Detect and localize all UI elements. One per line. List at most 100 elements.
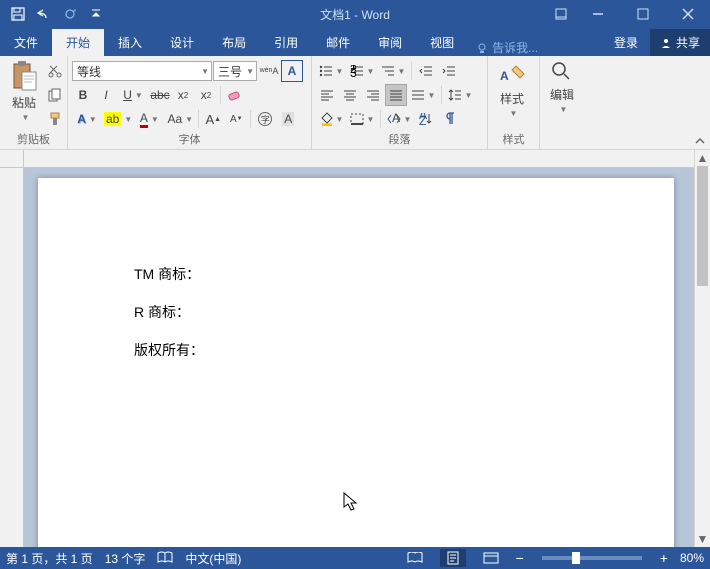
find-icon xyxy=(550,60,574,84)
change-case-button[interactable]: A xyxy=(277,108,299,130)
subscript-button[interactable]: x2 xyxy=(172,84,194,106)
tab-references[interactable]: 引用 xyxy=(260,29,312,56)
decrease-indent-button[interactable] xyxy=(415,60,437,82)
bullets-button[interactable]: ▼ xyxy=(316,60,346,82)
share-button[interactable]: 共享 xyxy=(650,29,710,56)
group-label-editing xyxy=(544,135,588,149)
status-bar: 第 1 页，共 1 页 13 个字 中文(中国) − + 80% xyxy=(0,547,710,569)
cut-button[interactable] xyxy=(44,60,66,82)
font-color-button[interactable]: A▼ xyxy=(134,108,164,130)
zoom-out-button[interactable]: − xyxy=(516,550,524,566)
vertical-ruler[interactable] xyxy=(0,168,24,547)
tab-layout[interactable]: 布局 xyxy=(208,29,260,56)
sort-button[interactable]: AZ xyxy=(415,108,437,130)
numbering-icon: 123 xyxy=(350,65,364,77)
language-status[interactable]: 中文(中国) xyxy=(185,550,241,567)
undo-button[interactable] xyxy=(32,2,56,26)
show-marks-button[interactable] xyxy=(438,108,460,130)
numbering-button[interactable]: 123▼ xyxy=(347,60,377,82)
strikethrough-button[interactable]: abc xyxy=(149,84,171,106)
maximize-button[interactable] xyxy=(620,0,665,28)
underline-button[interactable]: U▼ xyxy=(118,84,148,106)
tab-file[interactable]: 文件 xyxy=(0,29,52,56)
chevron-down-icon: ▼ xyxy=(507,109,518,118)
ruler-corner xyxy=(0,150,24,168)
group-label-clipboard: 剪贴板 xyxy=(4,131,63,149)
copy-button[interactable] xyxy=(44,84,66,106)
ribbon-tabs: 文件 开始 插入 设计 布局 引用 邮件 审阅 视图 告诉我... 登录 共享 xyxy=(0,28,710,56)
zoom-in-button[interactable]: + xyxy=(660,550,668,566)
group-styles: A 样式 ▼ 样式 xyxy=(488,56,540,149)
italic-button[interactable]: I xyxy=(95,84,117,106)
styles-button[interactable]: A 样式 ▼ xyxy=(492,58,532,120)
tab-review[interactable]: 审阅 xyxy=(364,29,416,56)
document-page[interactable]: TM 商标： R 商标： 版权所有： xyxy=(38,178,674,547)
borders-button[interactable]: ▼ xyxy=(347,108,377,130)
ribbon-display-button[interactable] xyxy=(547,0,575,28)
enclose-characters-button[interactable]: 字 xyxy=(254,108,276,130)
print-layout-button[interactable] xyxy=(440,549,466,567)
character-border-button[interactable]: A xyxy=(281,60,303,82)
tab-design[interactable]: 设计 xyxy=(156,29,208,56)
zoom-level[interactable]: 80% xyxy=(680,551,704,565)
page-number-status[interactable]: 第 1 页，共 1 页 xyxy=(6,550,93,567)
quick-access-toolbar xyxy=(0,2,108,26)
scroll-thumb[interactable] xyxy=(697,166,708,286)
bold-button[interactable]: B xyxy=(72,84,94,106)
align-right-button[interactable] xyxy=(362,84,384,106)
tell-me-search[interactable]: 告诉我... xyxy=(468,39,546,56)
word-count-status[interactable]: 13 个字 xyxy=(105,550,146,567)
asian-layout-button[interactable]: A▼ xyxy=(384,108,414,130)
save-button[interactable] xyxy=(6,2,30,26)
zoom-slider-thumb[interactable] xyxy=(572,552,580,564)
tab-mailings[interactable]: 邮件 xyxy=(312,29,364,56)
collapse-ribbon-button[interactable] xyxy=(694,135,706,147)
font-name-combo[interactable]: 等线▼ xyxy=(72,61,212,81)
increase-indent-button[interactable] xyxy=(438,60,460,82)
clear-formatting-button[interactable] xyxy=(224,84,246,106)
doc-line[interactable]: 版权所有： xyxy=(134,340,578,360)
login-button[interactable]: 登录 xyxy=(602,29,650,56)
phonetic-guide-button[interactable]: wénA xyxy=(258,60,280,82)
tab-insert[interactable]: 插入 xyxy=(104,29,156,56)
align-left-button[interactable] xyxy=(316,84,338,106)
group-label-paragraph: 段落 xyxy=(316,131,483,149)
paste-button[interactable]: 粘贴 ▼ xyxy=(4,58,44,124)
shading-button[interactable]: ▼ xyxy=(316,108,346,130)
align-justify-button[interactable] xyxy=(385,84,407,106)
redo-button[interactable] xyxy=(58,2,82,26)
close-button[interactable] xyxy=(665,0,710,28)
group-clipboard: 粘贴 ▼ 剪贴板 xyxy=(0,56,68,149)
multilevel-list-button[interactable]: ▼ xyxy=(378,60,408,82)
shrink-font-button[interactable]: A▼ xyxy=(225,108,247,130)
highlight-button[interactable]: ab▼ xyxy=(103,108,133,130)
format-painter-button[interactable] xyxy=(44,108,66,130)
group-label-font: 字体 xyxy=(72,131,307,149)
grow-font-button[interactable]: A▲ xyxy=(202,108,224,130)
editing-button[interactable]: 编辑 ▼ xyxy=(544,58,580,116)
web-layout-button[interactable] xyxy=(478,549,504,567)
scroll-down-button[interactable]: ▼ xyxy=(695,531,710,547)
group-paragraph: ▼ 123▼ ▼ ▼ ▼ ▼ ▼ A▼ AZ xyxy=(312,56,488,149)
tab-home[interactable]: 开始 xyxy=(52,29,104,56)
read-mode-button[interactable] xyxy=(402,549,428,567)
group-font: 等线▼ 三号▼ wénA A B I U▼ abc x2 x2 A▼ ab▼ A… xyxy=(68,56,312,149)
superscript-button[interactable]: x2 xyxy=(195,84,217,106)
minimize-button[interactable] xyxy=(575,0,620,28)
horizontal-ruler[interactable] xyxy=(24,150,694,168)
qat-customize[interactable] xyxy=(84,2,108,26)
align-center-button[interactable] xyxy=(339,84,361,106)
font-size-combo[interactable]: 三号▼ xyxy=(213,61,257,81)
lightbulb-icon xyxy=(476,42,488,54)
zoom-slider[interactable] xyxy=(542,556,642,560)
line-spacing-button[interactable]: ▼ xyxy=(445,84,475,106)
text-effects-button[interactable]: A▼ xyxy=(72,108,102,130)
doc-line[interactable]: TM 商标： xyxy=(134,264,578,284)
spell-check-status[interactable] xyxy=(157,551,173,565)
scroll-up-button[interactable]: ▲ xyxy=(695,150,710,166)
tab-view[interactable]: 视图 xyxy=(416,29,468,56)
doc-line[interactable]: R 商标： xyxy=(134,302,578,322)
vertical-scrollbar[interactable]: ▲ ▼ xyxy=(694,150,710,547)
distributed-button[interactable]: ▼ xyxy=(408,84,438,106)
character-shading-button[interactable]: Aa▼ xyxy=(165,108,195,130)
